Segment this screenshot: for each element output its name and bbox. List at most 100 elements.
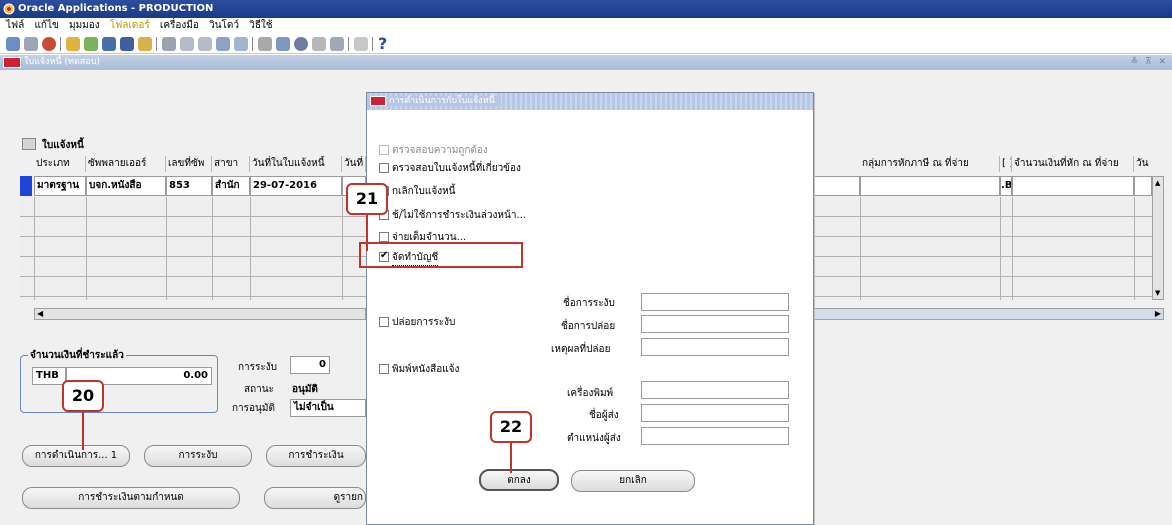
navigate-icon[interactable] xyxy=(24,37,38,51)
row-type[interactable]: มาตรฐาน xyxy=(34,176,86,196)
horizontal-scrollbar-right[interactable]: ▶ xyxy=(814,308,1164,320)
scroll-up-icon[interactable]: ▲ xyxy=(1155,179,1160,187)
release-reason-field[interactable] xyxy=(641,338,789,356)
sender-name-field[interactable] xyxy=(641,404,789,422)
payments-button[interactable]: การชำระเงิน xyxy=(266,445,366,467)
scroll-left-icon[interactable]: ◀ xyxy=(37,309,43,318)
stop-icon[interactable] xyxy=(42,37,56,51)
copy-icon[interactable] xyxy=(180,37,194,51)
row-supplier-no[interactable]: 853 xyxy=(166,176,212,196)
scroll-right-icon[interactable]: ▶ xyxy=(1155,309,1161,318)
callout-21-arrow xyxy=(366,215,368,251)
vertical-scrollbar[interactable]: ▲ ▼ xyxy=(1152,176,1164,300)
close-form-icon[interactable] xyxy=(138,37,152,51)
row-supplier[interactable]: บจก.หนังสือ xyxy=(86,176,166,196)
invoice-window-title: ใบแจ้งหนี้ (ทดสอบ) xyxy=(24,57,100,67)
row-flex-value[interactable]: .Bl xyxy=(1000,176,1012,196)
translations-icon[interactable] xyxy=(294,37,308,51)
row-withholding-amount[interactable] xyxy=(1012,176,1134,196)
printer-field[interactable] xyxy=(641,381,789,399)
horizontal-scrollbar-left[interactable]: ◀ xyxy=(34,308,366,320)
print-notice-label: พิมพ์หนังสือแจ้ง xyxy=(392,364,460,375)
release-name-label: ชื่อการปล่อย xyxy=(561,321,616,332)
menu-file[interactable]: ไฟล์ xyxy=(6,20,24,31)
currency-field[interactable]: THB xyxy=(32,367,66,385)
scroll-down-icon[interactable]: ▼ xyxy=(1155,289,1160,297)
row-branch[interactable]: สำนัก xyxy=(212,176,250,196)
folder-tools-icon[interactable] xyxy=(330,37,344,51)
sender-name-label: ชื่อผู้ส่ง xyxy=(589,410,619,421)
validate-related-checkbox[interactable] xyxy=(379,163,389,173)
edit-field-icon[interactable] xyxy=(258,37,272,51)
approval-field[interactable]: ไม่จำเป็น xyxy=(290,399,366,417)
help-icon[interactable]: ? xyxy=(378,34,387,53)
menu-help[interactable]: วิธีใช้ xyxy=(249,20,272,31)
next-step-icon[interactable] xyxy=(102,37,116,51)
menu-edit[interactable]: แก้ไข xyxy=(34,20,58,31)
release-name-field[interactable] xyxy=(641,315,789,333)
holds-button[interactable]: การระงับ xyxy=(144,445,252,467)
dialog-title: การดำเนินการกับใบแจ้งหนี้ xyxy=(389,96,501,106)
current-record-indicator[interactable] xyxy=(20,176,32,196)
scheduled-payments-button[interactable]: การชำระเงินตามกำหนด xyxy=(22,487,240,509)
row-right-blank[interactable] xyxy=(814,176,860,196)
col-type: ประเภท xyxy=(34,156,86,172)
new-record-icon[interactable] xyxy=(6,37,20,51)
cancel-button[interactable]: ยกเลิก xyxy=(571,470,695,492)
sender-title-field[interactable] xyxy=(641,427,789,445)
print-icon[interactable] xyxy=(120,37,134,51)
cut-icon[interactable] xyxy=(162,37,176,51)
pay-in-full-checkbox[interactable] xyxy=(379,232,389,242)
col-withholding-group: กลุ่มการหักภาษี ณ ที่จ่าย xyxy=(860,156,1000,172)
delete-row-icon[interactable] xyxy=(234,37,248,51)
paste-icon[interactable] xyxy=(198,37,212,51)
ok-button[interactable]: ตกลง xyxy=(479,469,559,491)
hold-count-field[interactable]: 0 xyxy=(290,356,330,374)
window-controls-icon[interactable]: ≚ ⊼ ✕ xyxy=(1131,55,1168,70)
invoice-actions-dialog: การดำเนินการกับใบแจ้งหนี้ ตรวจสอบความถูก… xyxy=(359,92,814,525)
attachments-icon[interactable] xyxy=(312,37,326,51)
empty-grid-right[interactable] xyxy=(814,197,1152,300)
menu-folder[interactable]: โฟลเดอร์ xyxy=(110,20,150,31)
window-help-icon[interactable] xyxy=(354,37,368,51)
window-title-bar: Oracle Applications - PRODUCTION xyxy=(0,0,1172,18)
status-value: อนุมัติ xyxy=(292,384,318,395)
prepayment-label: ช้/ไม่ใช้การชำระเงินล่วงหน้า... xyxy=(392,210,526,221)
row-invoice-date[interactable]: 29-07-2016 xyxy=(250,176,342,196)
dialog-form-icon xyxy=(370,96,386,106)
validate-label: ตรวจสอบความถูกต้อง xyxy=(392,145,488,156)
actions-button[interactable]: การดำเนินการ... 1 xyxy=(22,445,130,467)
status-label: สถานะ xyxy=(244,384,274,395)
validate-checkbox[interactable] xyxy=(379,145,389,155)
hold-name-field[interactable] xyxy=(641,293,789,311)
invoice-window-title-bar: ใบแจ้งหนี้ (ทดสอบ) ≚ ⊼ ✕ xyxy=(0,55,1172,70)
menu-bar: ไฟล์ แก้ไข มุมมอง โฟลเดอร์ เครื่องมือ วิ… xyxy=(0,18,1172,34)
menu-window[interactable]: วินโดว์ xyxy=(209,20,239,31)
sender-title-label: ตำแหน่งผู้ส่ง xyxy=(567,433,621,444)
col-day: วัน xyxy=(1134,156,1164,172)
callout-22-arrow xyxy=(510,443,512,473)
row-withholding-group[interactable] xyxy=(860,176,1000,196)
zoom-icon[interactable] xyxy=(276,37,290,51)
view-button[interactable]: ดูรายก xyxy=(264,487,366,509)
new-row-icon[interactable] xyxy=(216,37,230,51)
menu-view[interactable]: มุมมอง xyxy=(69,20,100,31)
col-invoice-date: วันที่ในใบแจ้งหนี้ xyxy=(250,156,342,172)
empty-grid-left[interactable] xyxy=(20,197,366,300)
callout-20-arrow xyxy=(82,412,84,450)
folder-icon[interactable] xyxy=(66,37,80,51)
form-icon xyxy=(3,57,21,68)
folder-block-icon[interactable] xyxy=(22,138,36,150)
printer-label: เครื่องพิมพ์ xyxy=(567,388,614,399)
hold-label: การระงับ xyxy=(238,362,278,373)
col-withholding-amount: จำนวนเงินที่หัก ณ ที่จ่าย xyxy=(1012,156,1134,172)
release-hold-checkbox[interactable] xyxy=(379,317,389,327)
dialog-title-bar: การดำเนินการกับใบแจ้งหนี้ xyxy=(367,93,813,110)
save-icon[interactable] xyxy=(84,37,98,51)
print-notice-checkbox[interactable] xyxy=(379,364,389,374)
col-supplier: ซัพพลายเออร์ xyxy=(86,156,166,172)
amount-paid-title: จำนวนเงินที่ชำระแล้ว xyxy=(28,348,126,363)
menu-tools[interactable]: เครื่องมือ xyxy=(160,20,199,31)
row-day[interactable] xyxy=(1134,176,1152,196)
callout-21: 21 xyxy=(346,183,388,215)
